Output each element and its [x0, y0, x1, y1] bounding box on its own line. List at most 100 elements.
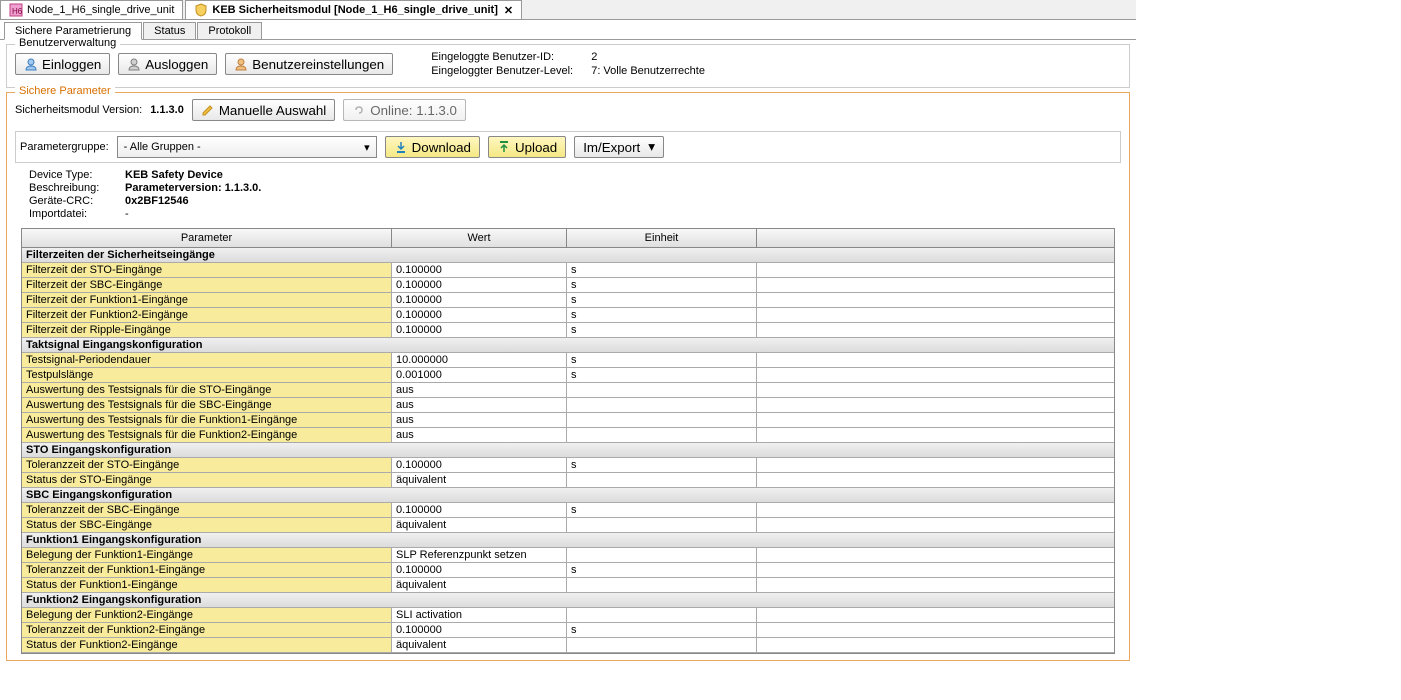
upload-button[interactable]: Upload: [488, 136, 566, 158]
cell-wert[interactable]: 0.100000: [392, 323, 567, 337]
table-row[interactable]: Toleranzzeit der Funktion1-Eingänge0.100…: [22, 563, 1114, 578]
chevron-down-icon: ▾: [364, 141, 370, 154]
tab-safety[interactable]: KEB Sicherheitsmodul [Node_1_H6_single_d…: [185, 0, 522, 19]
device-desc-label: Beschreibung:: [29, 182, 119, 194]
cell-parameter: Testsignal-Periodendauer: [22, 353, 392, 367]
table-row[interactable]: Status der Funktion1-Eingängeäquivalent: [22, 578, 1114, 593]
table-row[interactable]: Filterzeit der STO-Eingänge0.100000s: [22, 263, 1114, 278]
table-row[interactable]: Filterzeit der Funktion2-Eingänge0.10000…: [22, 308, 1114, 323]
table-row[interactable]: Toleranzzeit der SBC-Eingänge0.100000s: [22, 503, 1114, 518]
logout-button[interactable]: Ausloggen: [118, 53, 217, 75]
cell-parameter: Filterzeit der Funktion2-Eingänge: [22, 308, 392, 322]
cell-wert[interactable]: aus: [392, 398, 567, 412]
cell-wert[interactable]: SLI activation: [392, 608, 567, 622]
col-header-wert[interactable]: Wert: [392, 229, 567, 247]
table-group-row[interactable]: Funktion2 Eingangskonfiguration: [22, 593, 1114, 608]
cell-wert[interactable]: 0.100000: [392, 563, 567, 577]
shield-icon: [194, 3, 208, 17]
device-type-label: Device Type:: [29, 169, 119, 181]
table-row[interactable]: Filterzeit der Funktion1-Eingänge0.10000…: [22, 293, 1114, 308]
cell-wert[interactable]: 0.100000: [392, 278, 567, 292]
col-header-parameter[interactable]: Parameter: [22, 229, 392, 247]
tab-node[interactable]: H6 Node_1_H6_single_drive_unit: [0, 0, 183, 19]
cell-einheit: [567, 383, 757, 397]
login-button[interactable]: Einloggen: [15, 53, 110, 75]
cell-parameter: Auswertung des Testsignals für die Funkt…: [22, 413, 392, 427]
cell-wert[interactable]: 0.100000: [392, 308, 567, 322]
cell-einheit: s: [567, 323, 757, 337]
cell-wert[interactable]: 0.100000: [392, 458, 567, 472]
table-body[interactable]: Filterzeiten der SicherheitseingängeFilt…: [22, 248, 1114, 653]
table-row[interactable]: Toleranzzeit der STO-Eingänge0.100000s: [22, 458, 1114, 473]
table-row[interactable]: Filterzeit der SBC-Eingänge0.100000s: [22, 278, 1114, 293]
cell-parameter: Status der SBC-Eingänge: [22, 518, 392, 532]
cell-parameter: Belegung der Funktion1-Eingänge: [22, 548, 392, 562]
cell-einheit: [567, 428, 757, 442]
cell-parameter: Auswertung des Testsignals für die SBC-E…: [22, 398, 392, 412]
cell-parameter: Auswertung des Testsignals für die Funkt…: [22, 428, 392, 442]
cell-parameter: Auswertung des Testsignals für die STO-E…: [22, 383, 392, 397]
table-group-row[interactable]: Taktsignal Eingangskonfiguration: [22, 338, 1114, 353]
table-row[interactable]: Toleranzzeit der Funktion2-Eingänge0.100…: [22, 623, 1114, 638]
cell-parameter: Filterzeit der Funktion1-Eingänge: [22, 293, 392, 307]
table-row[interactable]: Belegung der Funktion1-EingängeSLP Refer…: [22, 548, 1114, 563]
table-row[interactable]: Auswertung des Testsignals für die STO-E…: [22, 383, 1114, 398]
cell-parameter: Toleranzzeit der SBC-Eingänge: [22, 503, 392, 517]
cell-einheit: s: [567, 293, 757, 307]
table-group-row[interactable]: Filterzeiten der Sicherheitseingänge: [22, 248, 1114, 263]
cell-wert[interactable]: aus: [392, 428, 567, 442]
table-group-row[interactable]: STO Eingangskonfiguration: [22, 443, 1114, 458]
cell-wert[interactable]: äquivalent: [392, 473, 567, 487]
cell-wert[interactable]: 0.100000: [392, 293, 567, 307]
link-icon: [352, 103, 366, 117]
table-row[interactable]: Testpulslänge0.001000s: [22, 368, 1114, 383]
cell-wert[interactable]: äquivalent: [392, 578, 567, 592]
cell-wert[interactable]: äquivalent: [392, 638, 567, 652]
subtab-protokoll[interactable]: Protokoll: [197, 22, 262, 39]
table-row[interactable]: Status der Funktion2-Eingängeäquivalent: [22, 638, 1114, 653]
cell-wert[interactable]: 0.001000: [392, 368, 567, 382]
cell-einheit: s: [567, 563, 757, 577]
cell-wert[interactable]: äquivalent: [392, 518, 567, 532]
cell-wert[interactable]: 10.000000: [392, 353, 567, 367]
cell-einheit: s: [567, 503, 757, 517]
chevron-down-icon: ▾: [648, 139, 655, 155]
table-row[interactable]: Auswertung des Testsignals für die SBC-E…: [22, 398, 1114, 413]
user-id-label: Eingeloggte Benutzer-ID:: [431, 51, 581, 63]
cell-parameter: Status der STO-Eingänge: [22, 473, 392, 487]
cell-einheit: s: [567, 623, 757, 637]
table-row[interactable]: Status der STO-Eingängeäquivalent: [22, 473, 1114, 488]
table-group-row[interactable]: SBC Eingangskonfiguration: [22, 488, 1114, 503]
cell-einheit: [567, 548, 757, 562]
cell-wert[interactable]: aus: [392, 383, 567, 397]
cell-parameter: Status der Funktion2-Eingänge: [22, 638, 392, 652]
cell-wert[interactable]: 0.100000: [392, 263, 567, 277]
paramgroup-dropdown[interactable]: - Alle Gruppen - ▾: [117, 136, 377, 158]
version-value: 1.1.3.0: [150, 104, 184, 116]
close-icon[interactable]: ✕: [504, 4, 513, 17]
table-row[interactable]: Belegung der Funktion2-EingängeSLI activ…: [22, 608, 1114, 623]
table-row[interactable]: Status der SBC-Eingängeäquivalent: [22, 518, 1114, 533]
safe-parameters-section: Sichere Parameter Sicherheitsmodul Versi…: [6, 92, 1130, 661]
imexport-button[interactable]: Im/Export ▾: [574, 136, 664, 158]
table-row[interactable]: Auswertung des Testsignals für die Funkt…: [22, 413, 1114, 428]
cell-wert[interactable]: 0.100000: [392, 623, 567, 637]
user-settings-button[interactable]: Benutzereinstellungen: [225, 53, 393, 75]
table-row[interactable]: Filterzeit der Ripple-Eingänge0.100000s: [22, 323, 1114, 338]
online-button[interactable]: Online: 1.1.3.0: [343, 99, 466, 121]
cell-wert[interactable]: aus: [392, 413, 567, 427]
table-row[interactable]: Auswertung des Testsignals für die Funkt…: [22, 428, 1114, 443]
cell-parameter: Belegung der Funktion2-Eingänge: [22, 608, 392, 622]
cell-parameter: Status der Funktion1-Eingänge: [22, 578, 392, 592]
user-id-value: 2: [591, 51, 705, 63]
cell-wert[interactable]: SLP Referenzpunkt setzen: [392, 548, 567, 562]
subtab-status[interactable]: Status: [143, 22, 196, 39]
table-row[interactable]: Testsignal-Periodendauer10.000000s: [22, 353, 1114, 368]
manual-select-button[interactable]: Manuelle Auswahl: [192, 99, 335, 121]
device-crc-value: 0x2BF12546: [125, 195, 1121, 207]
download-button[interactable]: Download: [385, 136, 480, 158]
device-import-value: -: [125, 208, 1121, 220]
col-header-einheit[interactable]: Einheit: [567, 229, 757, 247]
cell-wert[interactable]: 0.100000: [392, 503, 567, 517]
table-group-row[interactable]: Funktion1 Eingangskonfiguration: [22, 533, 1114, 548]
